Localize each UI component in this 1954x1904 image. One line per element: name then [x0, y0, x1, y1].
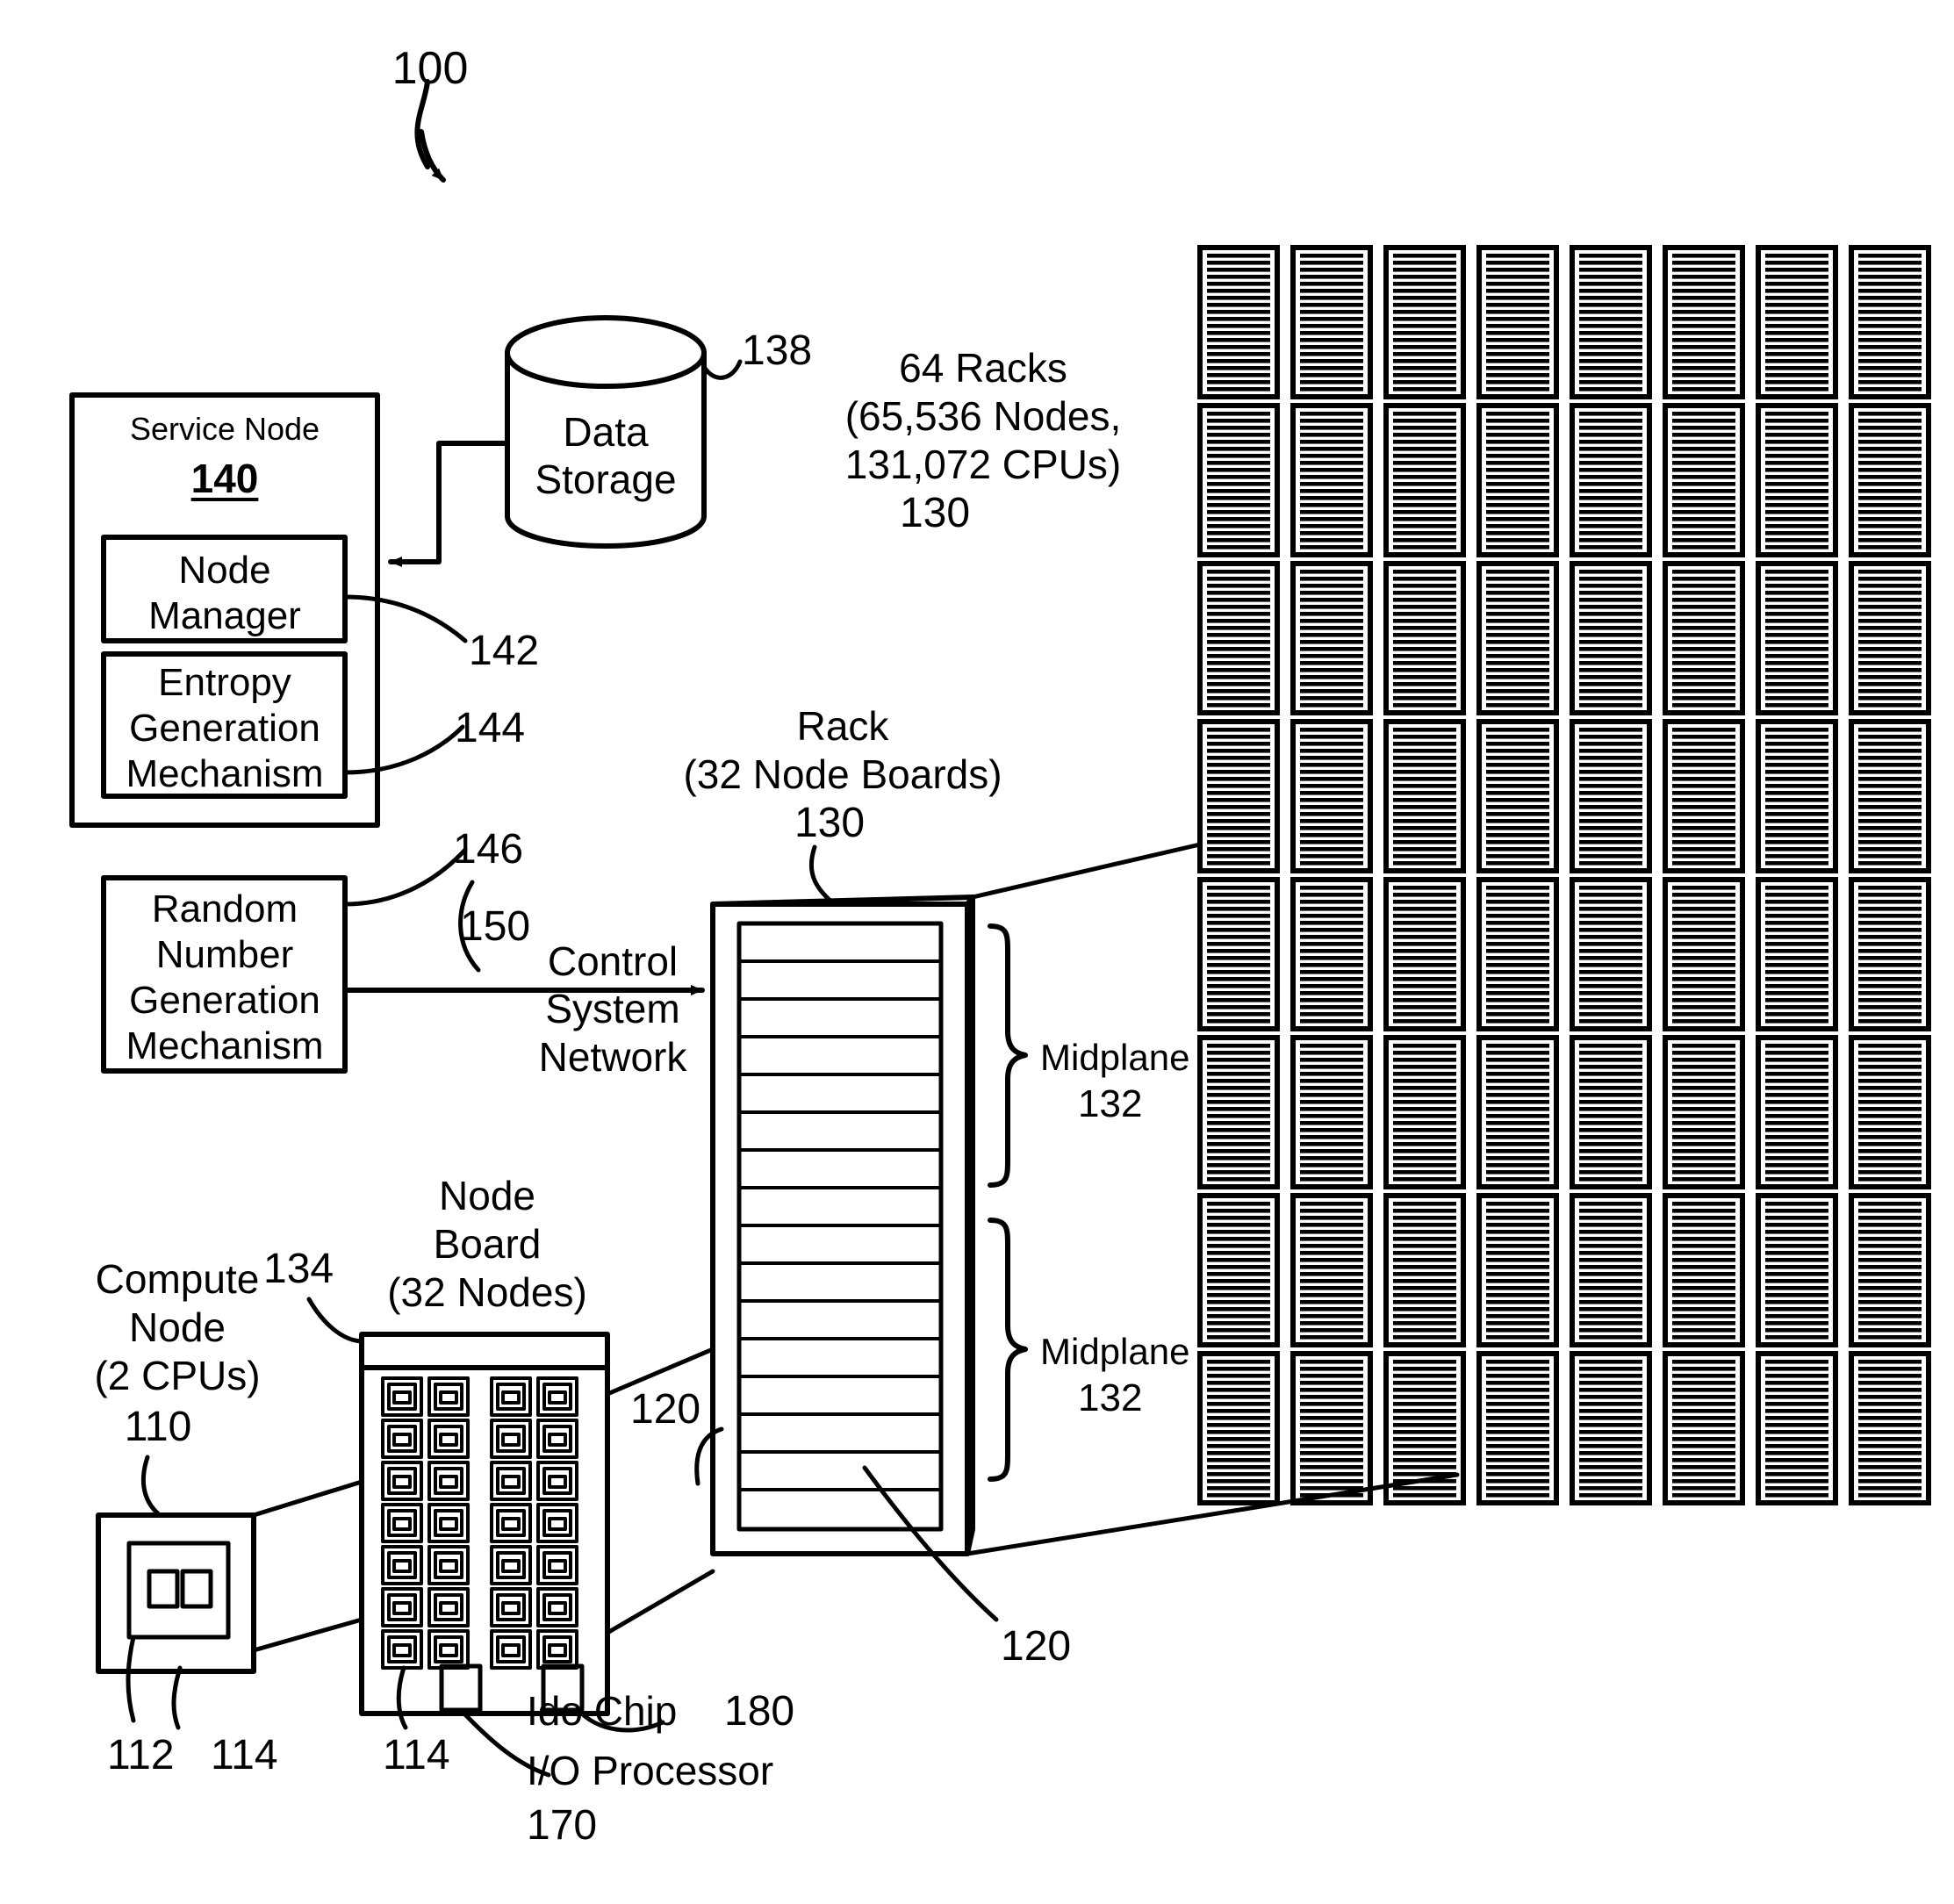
- rack-unit: [1383, 719, 1466, 873]
- node-board-title-1: Node: [439, 1173, 535, 1218]
- rack-unit: [1663, 1035, 1745, 1189]
- rack-unit: [1849, 403, 1931, 557]
- node-board-title-2: Board: [433, 1221, 542, 1267]
- rack-unit: [1290, 403, 1373, 557]
- slot-ref-top-120: 120: [630, 1386, 701, 1433]
- racks-array-title-2: (65,536 Nodes,: [844, 393, 1122, 439]
- rack-unit: [1663, 1351, 1745, 1505]
- rack-unit: [1756, 403, 1838, 557]
- rack-unit: [1290, 1351, 1373, 1505]
- node-board-node-ref-114: 114: [383, 1732, 450, 1778]
- patent-figure: 100 Service Node 140 Node Manager Entrop…: [0, 0, 1954, 1904]
- rack-unit: [1570, 561, 1652, 715]
- rack-unit: [1383, 1193, 1466, 1347]
- midplane-top-ref: 132: [1078, 1082, 1143, 1125]
- slot-ref-bottom-120: 120: [1001, 1623, 1072, 1670]
- rack-unit: [1476, 561, 1559, 715]
- compute-node-title-3: (2 CPUs): [94, 1353, 261, 1398]
- racks-array-ref: 130: [899, 490, 971, 536]
- rack-unit: [1197, 245, 1280, 399]
- rack-unit: [1476, 403, 1559, 557]
- rack-unit: [1756, 1193, 1838, 1347]
- rack-unit: [1570, 1351, 1652, 1505]
- rack-unit: [1383, 1035, 1466, 1189]
- rack-unit: [1663, 1193, 1745, 1347]
- ref-144: 144: [455, 705, 526, 751]
- midplane-top-label: Midplane: [1040, 1037, 1190, 1078]
- rack-unit: [1197, 561, 1280, 715]
- ido-chip-ref: 180: [724, 1688, 795, 1735]
- rack-unit: [1570, 403, 1652, 557]
- rack-unit: [1849, 1351, 1931, 1505]
- rack-unit: [1570, 719, 1652, 873]
- entropy-generation-label: Entropy Generation Mechanism: [126, 661, 324, 795]
- io-processor-ref: 170: [527, 1802, 598, 1849]
- rack-unit: [1849, 877, 1931, 1031]
- service-node-ref: 140: [190, 456, 259, 501]
- service-node-title: Service Node: [129, 411, 320, 447]
- rack-unit: [1570, 1193, 1652, 1347]
- rack-unit: [1383, 1351, 1466, 1505]
- rack-unit: [1849, 561, 1931, 715]
- io-processor-label: I/O Processor: [527, 1748, 774, 1793]
- figure-ref-100: 100: [392, 43, 469, 94]
- rack-unit: [1290, 1193, 1373, 1347]
- rack-unit: [1197, 403, 1280, 557]
- rack-title-2: (32 Node Boards): [683, 751, 1002, 797]
- rack-unit: [1383, 403, 1466, 557]
- rack-unit: [1197, 877, 1280, 1031]
- rack-unit: [1290, 245, 1373, 399]
- rack-ref: 130: [794, 800, 866, 846]
- rack-unit: [1476, 1351, 1559, 1505]
- control-system-network-label: Control System Network: [538, 938, 687, 1080]
- midplane-bottom-ref: 132: [1078, 1376, 1143, 1419]
- rack-unit: [1663, 877, 1745, 1031]
- rack-unit: [1290, 561, 1373, 715]
- rack-unit: [1197, 719, 1280, 873]
- rack-unit: [1570, 877, 1652, 1031]
- rack-unit: [1570, 1035, 1652, 1189]
- rack-unit: [1663, 403, 1745, 557]
- racks-array-title-1: 64 Racks: [899, 345, 1067, 391]
- rack-unit: [1663, 561, 1745, 715]
- rack-title-1: Rack: [796, 703, 889, 749]
- rack-unit: [1849, 245, 1931, 399]
- node-manager-label: Node Manager: [148, 549, 301, 637]
- rack-unit: [1290, 719, 1373, 873]
- compute-node-ref-114: 114: [211, 1732, 278, 1778]
- rack-unit: [1570, 245, 1652, 399]
- racks-array-title-3: 131,072 CPUs): [844, 442, 1122, 487]
- rack-unit: [1383, 245, 1466, 399]
- rack-unit: [1476, 1035, 1559, 1189]
- rack-unit: [1383, 561, 1466, 715]
- rack-unit: [1849, 1035, 1931, 1189]
- rack-array: [1197, 245, 1931, 1505]
- rack-unit: [1849, 719, 1931, 873]
- rack-unit: [1476, 877, 1559, 1031]
- compute-node-title-1: Compute: [95, 1256, 260, 1302]
- compute-node-title-2: Node: [129, 1304, 226, 1350]
- rack-unit: [1756, 719, 1838, 873]
- rack-unit: [1290, 1035, 1373, 1189]
- rack-unit: [1756, 1351, 1838, 1505]
- compute-node-ref-110: 110: [124, 1404, 192, 1450]
- rack-unit: [1663, 245, 1745, 399]
- rack-unit: [1476, 719, 1559, 873]
- rack-unit: [1849, 1193, 1931, 1347]
- ref-142: 142: [469, 628, 540, 674]
- rack-unit: [1756, 561, 1838, 715]
- midplane-bottom-label: Midplane: [1040, 1331, 1190, 1372]
- rack-unit: [1663, 719, 1745, 873]
- random-number-generation-label: Random Number Generation Mechanism: [126, 887, 324, 1067]
- rack-unit: [1476, 1193, 1559, 1347]
- ref-146: 146: [453, 826, 524, 873]
- rack-unit: [1476, 245, 1559, 399]
- rack-unit: [1756, 1035, 1838, 1189]
- rack-unit: [1197, 1193, 1280, 1347]
- rack-unit: [1756, 245, 1838, 399]
- rack-unit: [1383, 877, 1466, 1031]
- data-storage-label: Data Storage: [535, 409, 677, 503]
- rack-unit: [1756, 877, 1838, 1031]
- rack-unit: [1290, 877, 1373, 1031]
